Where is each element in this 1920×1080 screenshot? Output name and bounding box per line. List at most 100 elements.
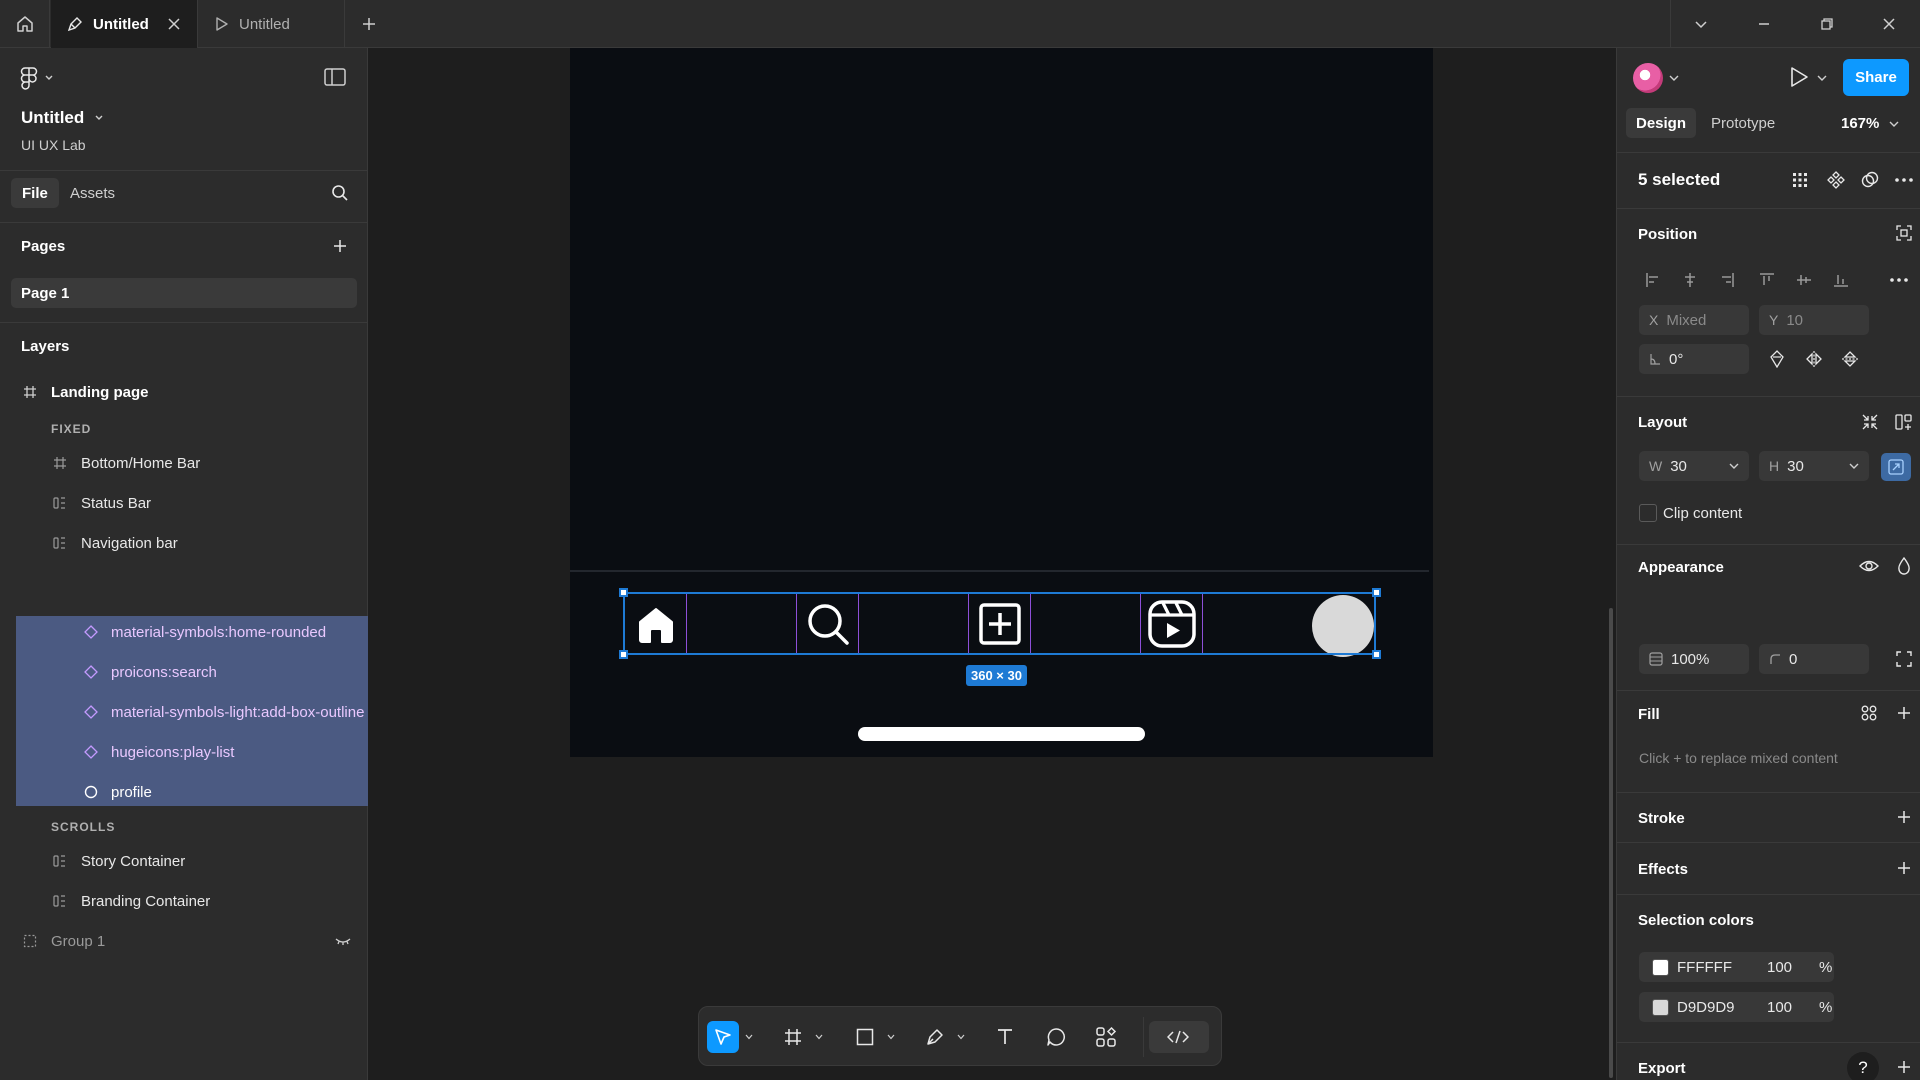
layer-add-box-icon[interactable]: material-symbols-light:add-box-outline [0, 692, 368, 732]
resize-handle[interactable] [619, 650, 628, 659]
main-menu-button[interactable] [20, 66, 54, 90]
y-position-field[interactable]: Y 10 [1759, 305, 1869, 335]
tab-untitled-prototype[interactable]: Untitled [199, 0, 345, 48]
chevron-down-icon[interactable] [815, 1034, 823, 1040]
add-export-plus-icon[interactable] [1893, 1056, 1915, 1078]
more-align-options-icon[interactable] [1883, 266, 1915, 294]
file-name[interactable]: Untitled [21, 108, 104, 128]
align-bottom-icon[interactable] [1825, 266, 1857, 294]
chevron-down-icon[interactable] [1669, 74, 1679, 82]
boolean-ops-icon[interactable] [1859, 169, 1881, 191]
move-tool-cursor-icon[interactable] [707, 1021, 739, 1053]
actions-tool-icon[interactable] [1090, 1021, 1122, 1053]
chevron-down-icon[interactable] [745, 1034, 753, 1040]
height-field[interactable]: H 30 [1759, 451, 1869, 481]
hidden-eye-icon[interactable] [335, 933, 351, 949]
present-play-icon[interactable] [1789, 66, 1809, 88]
chevron-down-icon[interactable] [1729, 462, 1739, 470]
chevron-down-icon[interactable] [957, 1034, 965, 1040]
help-button[interactable]: ? [1847, 1052, 1879, 1080]
chevron-down-icon[interactable] [1817, 74, 1827, 82]
tab-prototype[interactable]: Prototype [1701, 108, 1785, 138]
team-name[interactable]: UI UX Lab [21, 137, 86, 153]
user-avatar[interactable] [1633, 63, 1663, 93]
close-window-icon[interactable] [1877, 12, 1901, 36]
flip-vertical-icon[interactable] [1839, 348, 1861, 370]
page-item[interactable]: Page 1 [11, 278, 357, 308]
grid-layout-icon[interactable] [1789, 169, 1811, 191]
rotation-field[interactable]: 0° [1639, 344, 1749, 374]
independent-corners-icon[interactable] [1893, 648, 1915, 670]
rotate-icon[interactable] [1766, 348, 1788, 370]
add-effect-plus-icon[interactable] [1893, 857, 1915, 879]
new-tab-plus-icon[interactable] [357, 12, 381, 36]
selection-color-row[interactable]: D9D9D9 100 % [1639, 992, 1834, 1022]
collapse-layout-icon[interactable] [1859, 411, 1881, 433]
layer-navigation-bar[interactable]: Navigation bar [0, 523, 368, 563]
create-component-icon[interactable] [1825, 169, 1847, 191]
opacity-field[interactable]: 100% [1639, 644, 1749, 674]
share-button[interactable]: Share [1843, 59, 1909, 96]
constraints-icon[interactable] [1893, 222, 1915, 244]
tab-design[interactable]: Design [1626, 108, 1697, 138]
chevron-down-icon[interactable] [1689, 12, 1713, 36]
tab-file[interactable]: File [11, 178, 59, 208]
layer-status-bar[interactable]: Status Bar [0, 483, 368, 523]
zoom-dropdown[interactable]: 167% [1841, 115, 1899, 132]
align-center-h-icon[interactable] [1674, 266, 1706, 294]
align-middle-v-icon[interactable] [1788, 266, 1820, 294]
align-top-icon[interactable] [1751, 266, 1783, 294]
x-position-field[interactable]: X Mixed [1639, 305, 1749, 335]
comment-tool-icon[interactable] [1040, 1021, 1072, 1053]
minimize-icon[interactable] [1752, 12, 1776, 36]
selection-color-row[interactable]: FFFFFF 100 % [1639, 952, 1834, 982]
align-right-icon[interactable] [1711, 266, 1743, 294]
eye-icon[interactable] [1858, 555, 1880, 577]
text-tool-icon[interactable] [989, 1021, 1021, 1053]
rectangle-tool-icon[interactable] [849, 1021, 881, 1053]
blend-mode-drop-icon[interactable] [1893, 555, 1915, 577]
sidebar-toggle-icon[interactable] [324, 68, 346, 86]
layer-story-container[interactable]: Story Container [0, 841, 368, 881]
corner-radius-field[interactable]: 0 [1759, 644, 1869, 674]
resize-handle[interactable] [1372, 650, 1381, 659]
dev-mode-toggle[interactable] [1149, 1021, 1209, 1053]
resize-handle[interactable] [619, 588, 628, 597]
color-swatch[interactable] [1652, 958, 1669, 976]
pen-tool-icon[interactable] [919, 1021, 951, 1053]
add-stroke-plus-icon[interactable] [1893, 806, 1915, 828]
restore-icon[interactable] [1815, 12, 1839, 36]
add-auto-layout-icon[interactable] [1893, 411, 1915, 433]
selection-bounding-box[interactable] [623, 592, 1376, 655]
frame-tool-icon[interactable] [777, 1021, 809, 1053]
align-left-icon[interactable] [1637, 266, 1669, 294]
add-fill-plus-icon[interactable] [1893, 702, 1915, 724]
search-icon[interactable] [331, 184, 349, 202]
layer-bottom-home-bar[interactable]: Bottom/Home Bar [0, 443, 368, 483]
width-field[interactable]: W 30 [1639, 451, 1749, 481]
color-swatch[interactable] [1652, 998, 1669, 1016]
canvas[interactable]: 360 × 30 [369, 48, 1615, 1080]
more-options-icon[interactable] [1893, 169, 1915, 191]
layer-landing-page[interactable]: Landing page [0, 372, 368, 412]
home-indicator-bar[interactable] [858, 727, 1145, 741]
tab-assets[interactable]: Assets [59, 178, 126, 208]
vertical-scrollbar[interactable] [1609, 608, 1613, 1078]
layer-branding-container[interactable]: Branding Container [0, 881, 368, 921]
layer-search-icon[interactable]: proicons:search [0, 652, 368, 692]
tab-untitled-design[interactable]: Untitled [51, 0, 198, 48]
styles-grid-icon[interactable] [1858, 702, 1880, 724]
resize-handle[interactable] [1372, 588, 1381, 597]
close-icon[interactable] [167, 17, 181, 31]
constrain-proportions-icon[interactable] [1881, 453, 1911, 481]
chevron-down-icon[interactable] [1849, 462, 1859, 470]
layer-home-icon[interactable]: material-symbols:home-rounded [0, 612, 368, 652]
flip-horizontal-icon[interactable] [1803, 348, 1825, 370]
layer-group-1[interactable]: Group 1 [0, 921, 368, 961]
clip-content-checkbox[interactable] [1639, 504, 1657, 522]
add-page-plus-icon[interactable] [332, 238, 348, 254]
layer-profile[interactable]: profile [0, 772, 368, 812]
layer-play-list-icon[interactable]: hugeicons:play-list [0, 732, 368, 772]
home-icon[interactable] [0, 0, 50, 48]
chevron-down-icon[interactable] [887, 1034, 895, 1040]
